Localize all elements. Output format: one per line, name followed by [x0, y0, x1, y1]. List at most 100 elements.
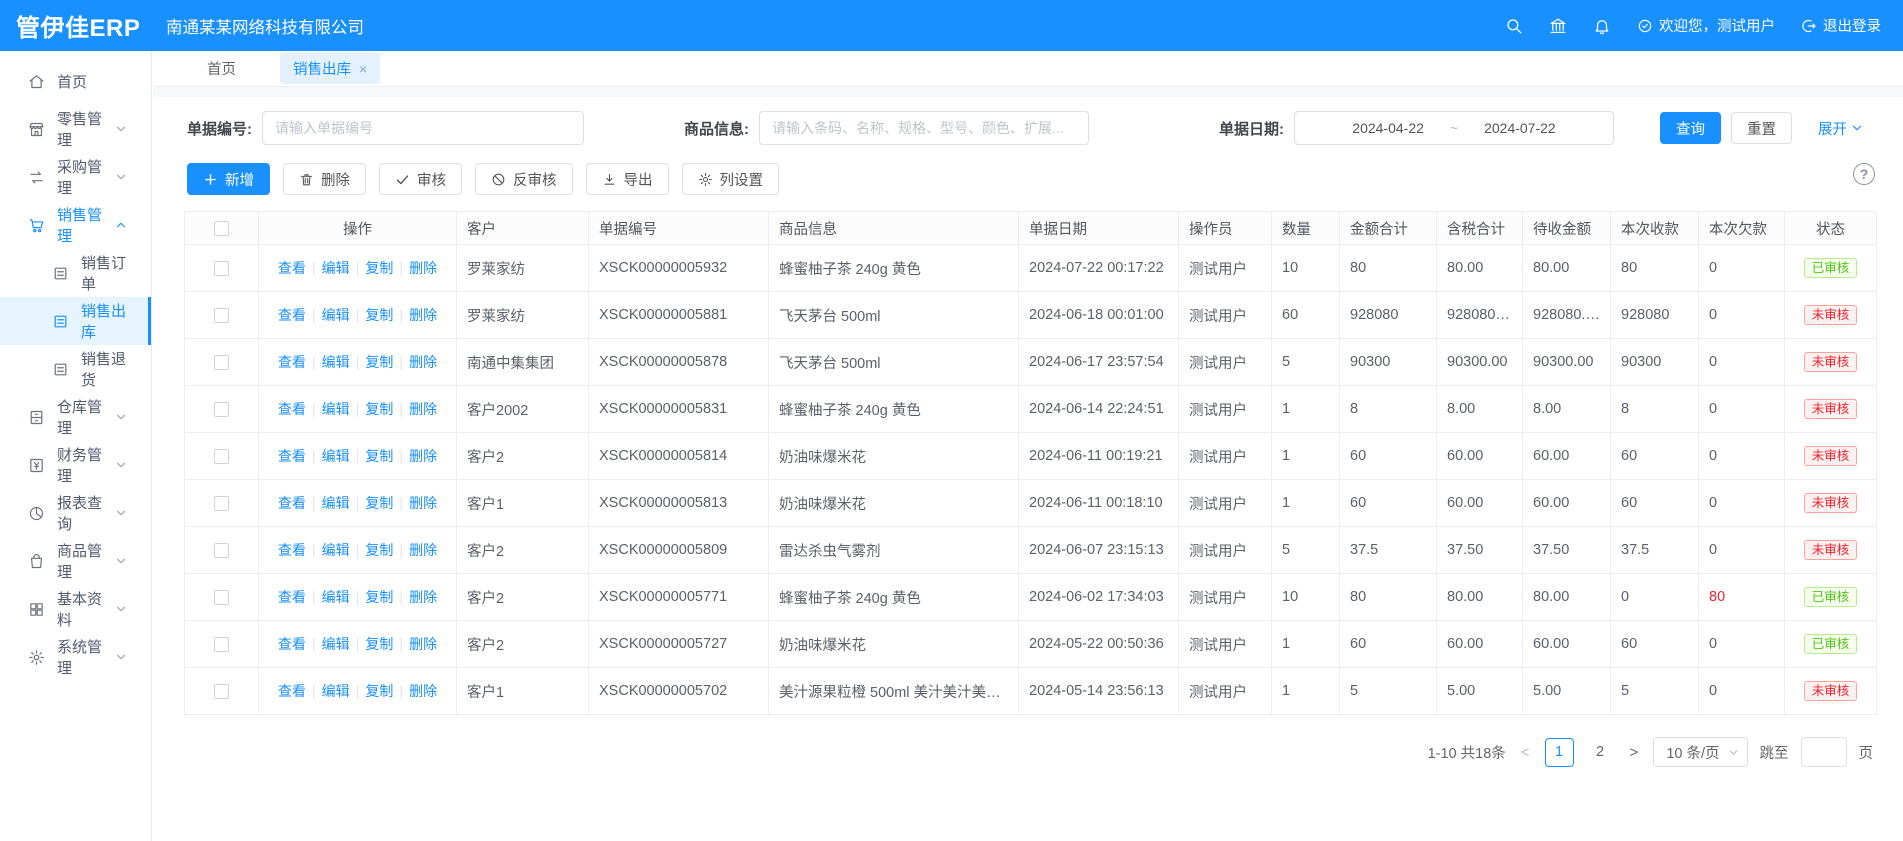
unaudit-button[interactable]: 反审核	[475, 163, 573, 195]
sidebar-item-sales-return[interactable]: 销售退货	[0, 345, 151, 393]
delete-link[interactable]: 删除	[409, 307, 437, 323]
cart-icon	[28, 217, 45, 234]
close-icon[interactable]: ×	[359, 61, 367, 77]
organization-icon[interactable]	[1549, 17, 1567, 35]
notification-bell-icon[interactable]	[1593, 17, 1611, 35]
edit-link[interactable]: 编辑	[322, 448, 350, 464]
view-link[interactable]: 查看	[278, 636, 306, 652]
user-welcome[interactable]: 欢迎您，测试用户	[1637, 15, 1775, 36]
view-link[interactable]: 查看	[278, 307, 306, 323]
delete-link[interactable]: 删除	[409, 260, 437, 276]
row-checkbox[interactable]	[214, 543, 229, 558]
status-badge: 已审核	[1804, 634, 1858, 655]
sidebar-item-retail[interactable]: 零售管理	[0, 105, 151, 153]
audit-button[interactable]: 审核	[379, 163, 462, 195]
search-icon[interactable]	[1505, 17, 1523, 35]
copy-link[interactable]: 复制	[365, 542, 393, 558]
sidebar-item-basic-data[interactable]: 基本资料	[0, 585, 151, 633]
edit-link[interactable]: 编辑	[322, 401, 350, 417]
view-link[interactable]: 查看	[278, 354, 306, 370]
sidebar-item-sales-order[interactable]: 销售订单	[0, 249, 151, 297]
copy-link[interactable]: 复制	[365, 683, 393, 699]
date-to[interactable]: 2024-07-22	[1484, 120, 1556, 136]
product-info-input[interactable]	[759, 111, 1089, 145]
copy-link[interactable]: 复制	[365, 354, 393, 370]
page-2-button[interactable]: 2	[1586, 738, 1615, 767]
search-button[interactable]: 查询	[1660, 112, 1721, 144]
edit-link[interactable]: 编辑	[322, 307, 350, 323]
delete-link[interactable]: 删除	[409, 495, 437, 511]
edit-link[interactable]: 编辑	[322, 354, 350, 370]
row-checkbox[interactable]	[214, 402, 229, 417]
tab-sales-outbound[interactable]: 销售出库 ×	[280, 53, 380, 84]
view-link[interactable]: 查看	[278, 589, 306, 605]
prev-page-button[interactable]: <	[1518, 744, 1533, 761]
export-button[interactable]: 导出	[586, 163, 669, 195]
row-checkbox[interactable]	[214, 449, 229, 464]
edit-link[interactable]: 编辑	[322, 636, 350, 652]
add-button[interactable]: 新增	[187, 163, 270, 195]
date-range-picker[interactable]: 2024-04-22 ~ 2024-07-22	[1294, 111, 1614, 145]
logout-button[interactable]: 退出登录	[1801, 15, 1881, 36]
delete-link[interactable]: 删除	[409, 683, 437, 699]
row-checkbox[interactable]	[214, 684, 229, 699]
view-link[interactable]: 查看	[278, 260, 306, 276]
view-link[interactable]: 查看	[278, 495, 306, 511]
edit-link[interactable]: 编辑	[322, 589, 350, 605]
help-icon[interactable]: ?	[1853, 163, 1875, 185]
copy-link[interactable]: 复制	[365, 495, 393, 511]
view-link[interactable]: 查看	[278, 448, 306, 464]
view-link[interactable]: 查看	[278, 683, 306, 699]
page-1-button[interactable]: 1	[1545, 738, 1574, 767]
row-checkbox[interactable]	[214, 637, 229, 652]
delete-button[interactable]: 删除	[283, 163, 366, 195]
copy-link[interactable]: 复制	[365, 589, 393, 605]
jump-page-input[interactable]	[1801, 737, 1847, 767]
row-checkbox[interactable]	[214, 308, 229, 323]
delete-link[interactable]: 删除	[409, 448, 437, 464]
copy-link[interactable]: 复制	[365, 307, 393, 323]
sidebar-item-finance[interactable]: 财务管理	[0, 441, 151, 489]
sidebar-item-goods[interactable]: 商品管理	[0, 537, 151, 585]
cell-qty: 60	[1272, 292, 1340, 339]
delete-link[interactable]: 删除	[409, 401, 437, 417]
column-settings-button[interactable]: 列设置	[682, 163, 780, 195]
expand-link[interactable]: 展开	[1818, 118, 1863, 139]
sidebar-item-sales[interactable]: 销售管理	[0, 201, 151, 249]
copy-link[interactable]: 复制	[365, 636, 393, 652]
delete-link[interactable]: 删除	[409, 354, 437, 370]
sidebar-item-system[interactable]: 系统管理	[0, 633, 151, 681]
sidebar-item-home[interactable]: 首页	[0, 57, 151, 105]
select-all-checkbox[interactable]	[214, 221, 229, 236]
view-link[interactable]: 查看	[278, 401, 306, 417]
row-checkbox[interactable]	[214, 590, 229, 605]
sidebar-item-warehouse[interactable]: 仓库管理	[0, 393, 151, 441]
row-checkbox[interactable]	[214, 355, 229, 370]
product-info-label: 商品信息:	[684, 118, 749, 139]
table-row: 查看|编辑|复制|删除 客户2 XSCK00000005814 奶油味爆米花 2…	[185, 433, 1877, 480]
page-size-select[interactable]: 10 条/页	[1653, 737, 1747, 767]
row-checkbox[interactable]	[214, 496, 229, 511]
copy-link[interactable]: 复制	[365, 260, 393, 276]
sidebar-item-reports[interactable]: 报表查询	[0, 489, 151, 537]
sidebar-item-sales-outbound[interactable]: 销售出库	[0, 297, 151, 345]
sidebar-item-purchase[interactable]: 采购管理	[0, 153, 151, 201]
delete-link[interactable]: 删除	[409, 636, 437, 652]
delete-link[interactable]: 删除	[409, 542, 437, 558]
reset-button[interactable]: 重置	[1731, 112, 1792, 144]
copy-link[interactable]: 复制	[365, 401, 393, 417]
delete-link[interactable]: 删除	[409, 589, 437, 605]
view-link[interactable]: 查看	[278, 542, 306, 558]
next-page-button[interactable]: >	[1627, 744, 1642, 761]
edit-link[interactable]: 编辑	[322, 683, 350, 699]
chevron-down-icon	[1728, 747, 1739, 758]
edit-link[interactable]: 编辑	[322, 260, 350, 276]
copy-link[interactable]: 复制	[365, 448, 393, 464]
main-content: 首页 销售出库 × 单据编号: 商品信息: 单据日期: 2024-04-22 ~…	[153, 51, 1903, 841]
row-checkbox[interactable]	[214, 261, 229, 276]
edit-link[interactable]: 编辑	[322, 495, 350, 511]
date-from[interactable]: 2024-04-22	[1352, 120, 1424, 136]
tab-home[interactable]: 首页	[197, 53, 246, 84]
edit-link[interactable]: 编辑	[322, 542, 350, 558]
order-no-input[interactable]	[262, 111, 584, 145]
